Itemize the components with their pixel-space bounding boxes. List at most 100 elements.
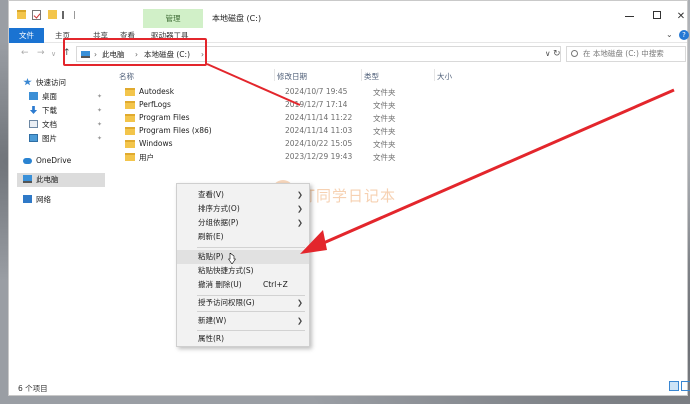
- folder-icon: [125, 127, 135, 135]
- pin-icon[interactable]: [62, 11, 66, 19]
- file-type: 文件夹: [373, 153, 396, 162]
- pin-icon[interactable]: ✦: [97, 135, 102, 142]
- menu-item-sort[interactable]: 排序方式(O) ❯: [177, 202, 309, 216]
- sidebar-item-onedrive[interactable]: OneDrive: [23, 155, 71, 167]
- help-icon[interactable]: ?: [679, 30, 689, 40]
- file-date: 2024/10/22 15:05: [285, 139, 353, 148]
- folder-icon: [125, 153, 135, 161]
- column-header-type[interactable]: 类型: [364, 71, 379, 82]
- column-header-size[interactable]: 大小: [437, 71, 452, 82]
- maximize-icon: [653, 11, 661, 19]
- column-divider[interactable]: [361, 69, 362, 81]
- pin-icon[interactable]: ✦: [97, 93, 102, 100]
- file-row[interactable]: Program Files 2024/11/14 11:22 文件夹: [119, 112, 559, 125]
- menu-item-shortcut: Ctrl+Z: [263, 280, 288, 289]
- menu-item-undo-delete[interactable]: 撤消 删除(U) Ctrl+Z: [177, 278, 309, 292]
- menu-separator: [197, 247, 305, 248]
- file-type: 文件夹: [373, 140, 396, 149]
- sidebar-item-downloads[interactable]: 下载: [29, 105, 57, 117]
- chevron-right-icon: ❯: [297, 219, 303, 227]
- file-type: 文件夹: [373, 101, 396, 110]
- mouse-cursor-icon: [228, 253, 236, 264]
- menu-item-paste[interactable]: 粘贴(P): [177, 250, 309, 264]
- search-placeholder: 在 本地磁盘 (C:) 中搜索: [583, 49, 664, 58]
- chevron-right-icon: ❯: [297, 205, 303, 213]
- refresh-icon[interactable]: ↻: [553, 49, 561, 59]
- chevron-right-icon: ❯: [297, 299, 303, 307]
- menu-item-properties[interactable]: 属性(R): [177, 332, 309, 346]
- minimize-icon: [624, 15, 634, 17]
- menu-item-refresh[interactable]: 刷新(E): [177, 230, 309, 244]
- address-history-icon[interactable]: ∨: [545, 49, 551, 58]
- forward-arrow-icon[interactable]: →: [37, 48, 45, 58]
- folder-icon: [125, 101, 135, 109]
- new-folder-icon[interactable]: [48, 10, 57, 19]
- sidebar-item-this-pc[interactable]: 此电脑: [23, 174, 59, 186]
- menu-item-group[interactable]: 分组依据(P) ❯: [177, 216, 309, 230]
- menu-item-label: 排序方式(O): [198, 204, 240, 213]
- column-divider[interactable]: [434, 69, 435, 81]
- details-view-icon[interactable]: [669, 381, 679, 391]
- star-icon: [23, 78, 32, 86]
- network-icon: [23, 195, 32, 203]
- close-button[interactable]: ✕: [672, 11, 690, 23]
- breadcrumb-highlight-box: [63, 38, 207, 66]
- chevron-right-icon: ❯: [297, 191, 303, 199]
- recent-locations-icon[interactable]: ∨: [51, 50, 56, 58]
- menu-item-label: 查看(V): [198, 190, 224, 199]
- sidebar-item-documents[interactable]: 文档: [29, 119, 57, 131]
- file-name: PerfLogs: [139, 100, 171, 109]
- file-name: Autodesk: [139, 87, 175, 96]
- file-date: 2024/11/14 11:03: [285, 126, 353, 135]
- menu-item-label: 分组依据(P): [198, 218, 239, 227]
- menu-item-new[interactable]: 新建(W) ❯: [177, 314, 309, 328]
- maximize-button[interactable]: [648, 11, 666, 23]
- file-date: 2024/11/14 11:22: [285, 113, 353, 122]
- menu-item-paste-shortcut[interactable]: 粘贴快捷方式(S): [177, 264, 309, 278]
- file-row[interactable]: Windows 2024/10/22 15:05 文件夹: [119, 138, 559, 151]
- file-date: 2023/12/29 19:43: [285, 152, 353, 161]
- context-menu: 查看(V) ❯ 排序方式(O) ❯ 分组依据(P) ❯ 刷新(E) 粘贴(P) 粘贴快…: [176, 183, 310, 347]
- document-icon: [29, 120, 38, 128]
- minimize-button[interactable]: [620, 11, 638, 23]
- search-input[interactable]: 在 本地磁盘 (C:) 中搜索: [566, 46, 686, 62]
- folder-icon: [125, 114, 135, 122]
- close-icon: ✕: [676, 11, 686, 22]
- watermark-text: 叮同学日记本: [300, 187, 397, 205]
- file-row[interactable]: PerfLogs 2019/12/7 17:14 文件夹: [119, 99, 559, 112]
- window-title: 本地磁盘 (C:): [212, 14, 262, 23]
- menu-separator: [197, 330, 305, 331]
- file-date: 2019/12/7 17:14: [285, 100, 348, 109]
- sidebar-item-desktop[interactable]: 桌面: [29, 91, 57, 103]
- pin-icon[interactable]: ✦: [97, 121, 102, 128]
- chevron-right-icon: ❯: [297, 317, 303, 325]
- column-header-name[interactable]: 名称: [119, 71, 134, 82]
- back-arrow-icon[interactable]: ←: [21, 48, 29, 58]
- manage-tab[interactable]: 管理: [143, 9, 203, 28]
- file-date: 2024/10/7 19:45: [285, 87, 348, 96]
- sidebar-item-pictures[interactable]: 图片: [29, 133, 57, 145]
- properties-check-icon[interactable]: [32, 10, 41, 20]
- file-row[interactable]: Program Files (x86) 2024/11/14 11:03 文件夹: [119, 125, 559, 138]
- expand-ribbon-icon[interactable]: ⌄: [666, 30, 673, 39]
- download-icon: [29, 106, 38, 114]
- menu-item-label: 新建(W): [198, 316, 227, 325]
- column-header-date[interactable]: 修改日期: [277, 71, 307, 82]
- sidebar-item-label: 此电脑: [36, 175, 59, 184]
- sidebar-item-quick-access[interactable]: 快速访问: [23, 77, 66, 89]
- sidebar-item-label: 快速访问: [36, 78, 66, 87]
- menu-item-label: 粘贴快捷方式(S): [198, 266, 254, 275]
- menu-item-view[interactable]: 查看(V) ❯: [177, 188, 309, 202]
- sidebar-item-network[interactable]: 网络: [23, 194, 51, 206]
- menu-item-grant-access[interactable]: 授予访问权限(G) ❯: [177, 296, 309, 310]
- quick-access-divider: [74, 11, 75, 19]
- column-divider[interactable]: [274, 69, 275, 81]
- large-icons-view-icon[interactable]: [681, 381, 690, 391]
- desktop-icon: [29, 92, 38, 100]
- tab-file[interactable]: 文件: [9, 28, 44, 43]
- file-name: 用户: [139, 153, 154, 162]
- file-row[interactable]: 用户 2023/12/29 19:43 文件夹: [119, 151, 559, 164]
- navigation-pane: 快速访问 桌面 ✦ 下载 ✦ 文档 ✦ 图片 ✦ OneDrive 此电脑 网络: [9, 67, 109, 379]
- file-row[interactable]: Autodesk 2024/10/7 19:45 文件夹: [119, 86, 559, 99]
- pin-icon[interactable]: ✦: [97, 107, 102, 114]
